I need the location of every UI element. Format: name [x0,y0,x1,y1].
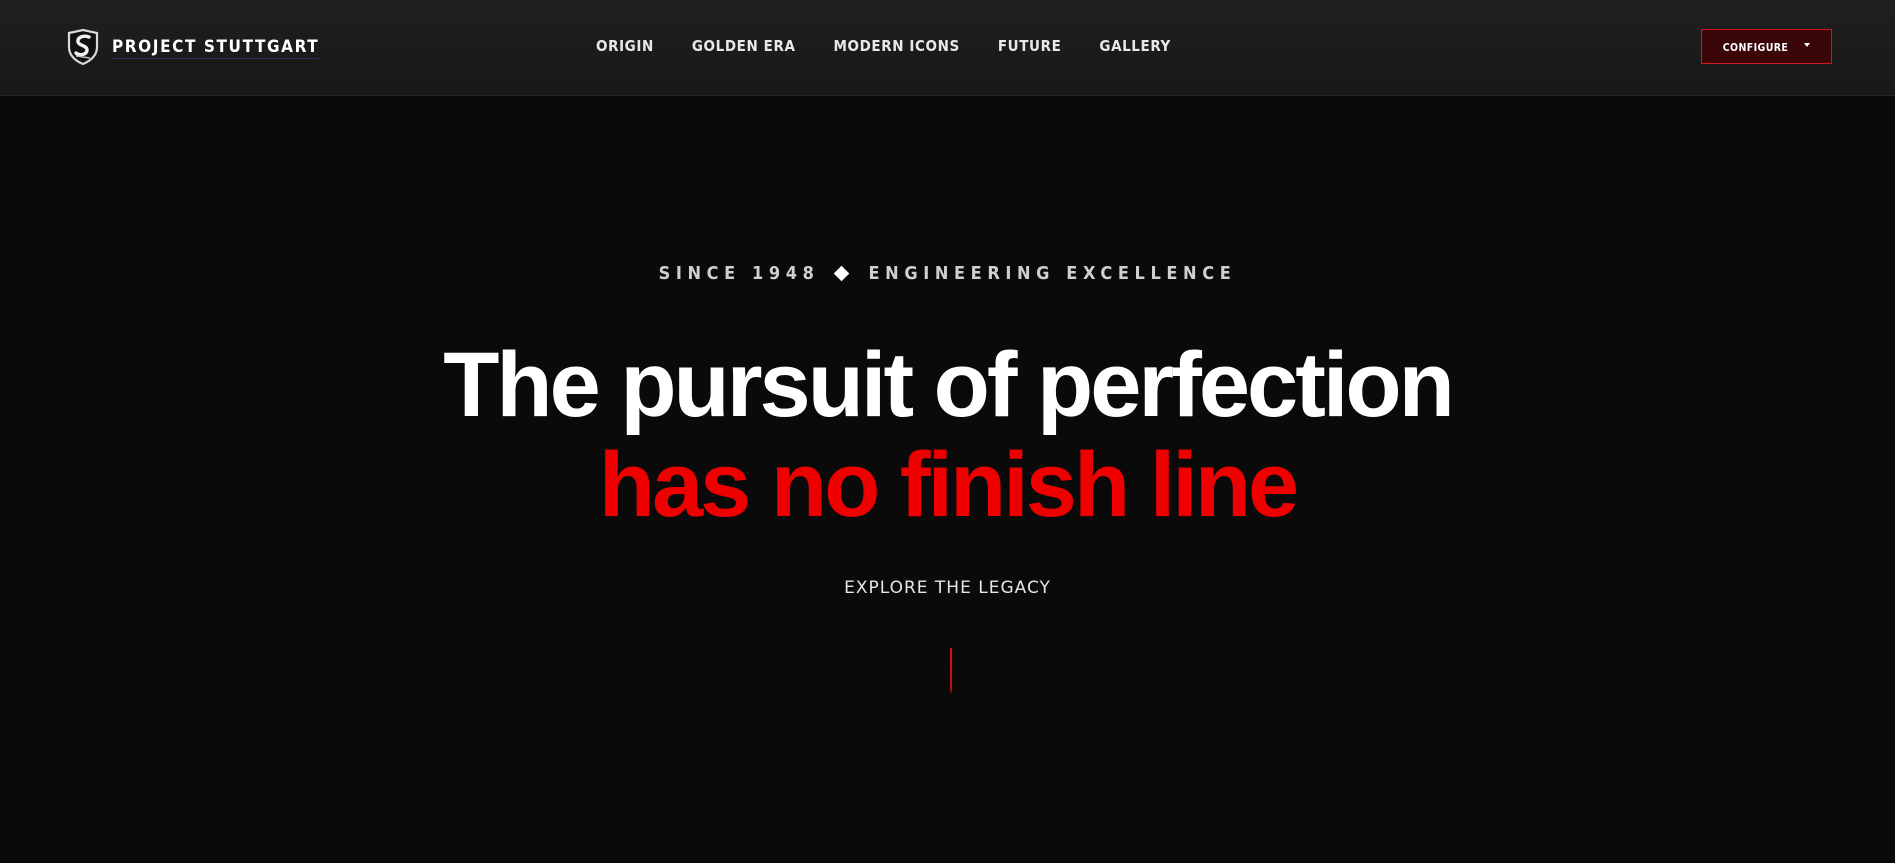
hero-headline: The pursuit of perfection has no finish … [0,335,1895,535]
brand-link[interactable]: PROJECT STUTTGART [67,28,320,66]
nav-item-origin[interactable]: ORIGIN [596,37,654,55]
scroll-indicator [950,648,952,694]
eyebrow-tagline: ENGINEERING EXCELLENCE [868,263,1237,284]
configure-button[interactable]: CONFIGURE [1701,29,1832,64]
headline-line-1: The pursuit of perfection [443,334,1455,436]
explore-legacy-link[interactable]: EXPLORE THE LEGACY [0,578,1895,598]
eyebrow-since: SINCE 1948 [658,263,820,284]
diamond-icon [833,265,849,282]
nav-item-gallery[interactable]: GALLERY [1099,37,1170,55]
caret-down-icon [1804,43,1811,47]
shield-s-logo-icon [67,29,99,65]
hero-eyebrow: SINCE 1948 ENGINEERING EXCELLENCE [0,263,1895,284]
nav-item-golden-era[interactable]: GOLDEN ERA [692,37,796,55]
configure-label: CONFIGURE [1722,41,1789,54]
nav-item-future[interactable]: FUTURE [998,37,1062,55]
headline-line-2: has no finish line [598,434,1299,536]
nav-item-modern-icons[interactable]: MODERN ICONS [834,37,960,55]
brand-name: PROJECT STUTTGART [112,37,320,59]
site-header: PROJECT STUTTGART ORIGIN GOLDEN ERA MODE… [0,0,1895,96]
main-nav: ORIGIN GOLDEN ERA MODERN ICONS FUTURE GA… [596,37,1171,55]
